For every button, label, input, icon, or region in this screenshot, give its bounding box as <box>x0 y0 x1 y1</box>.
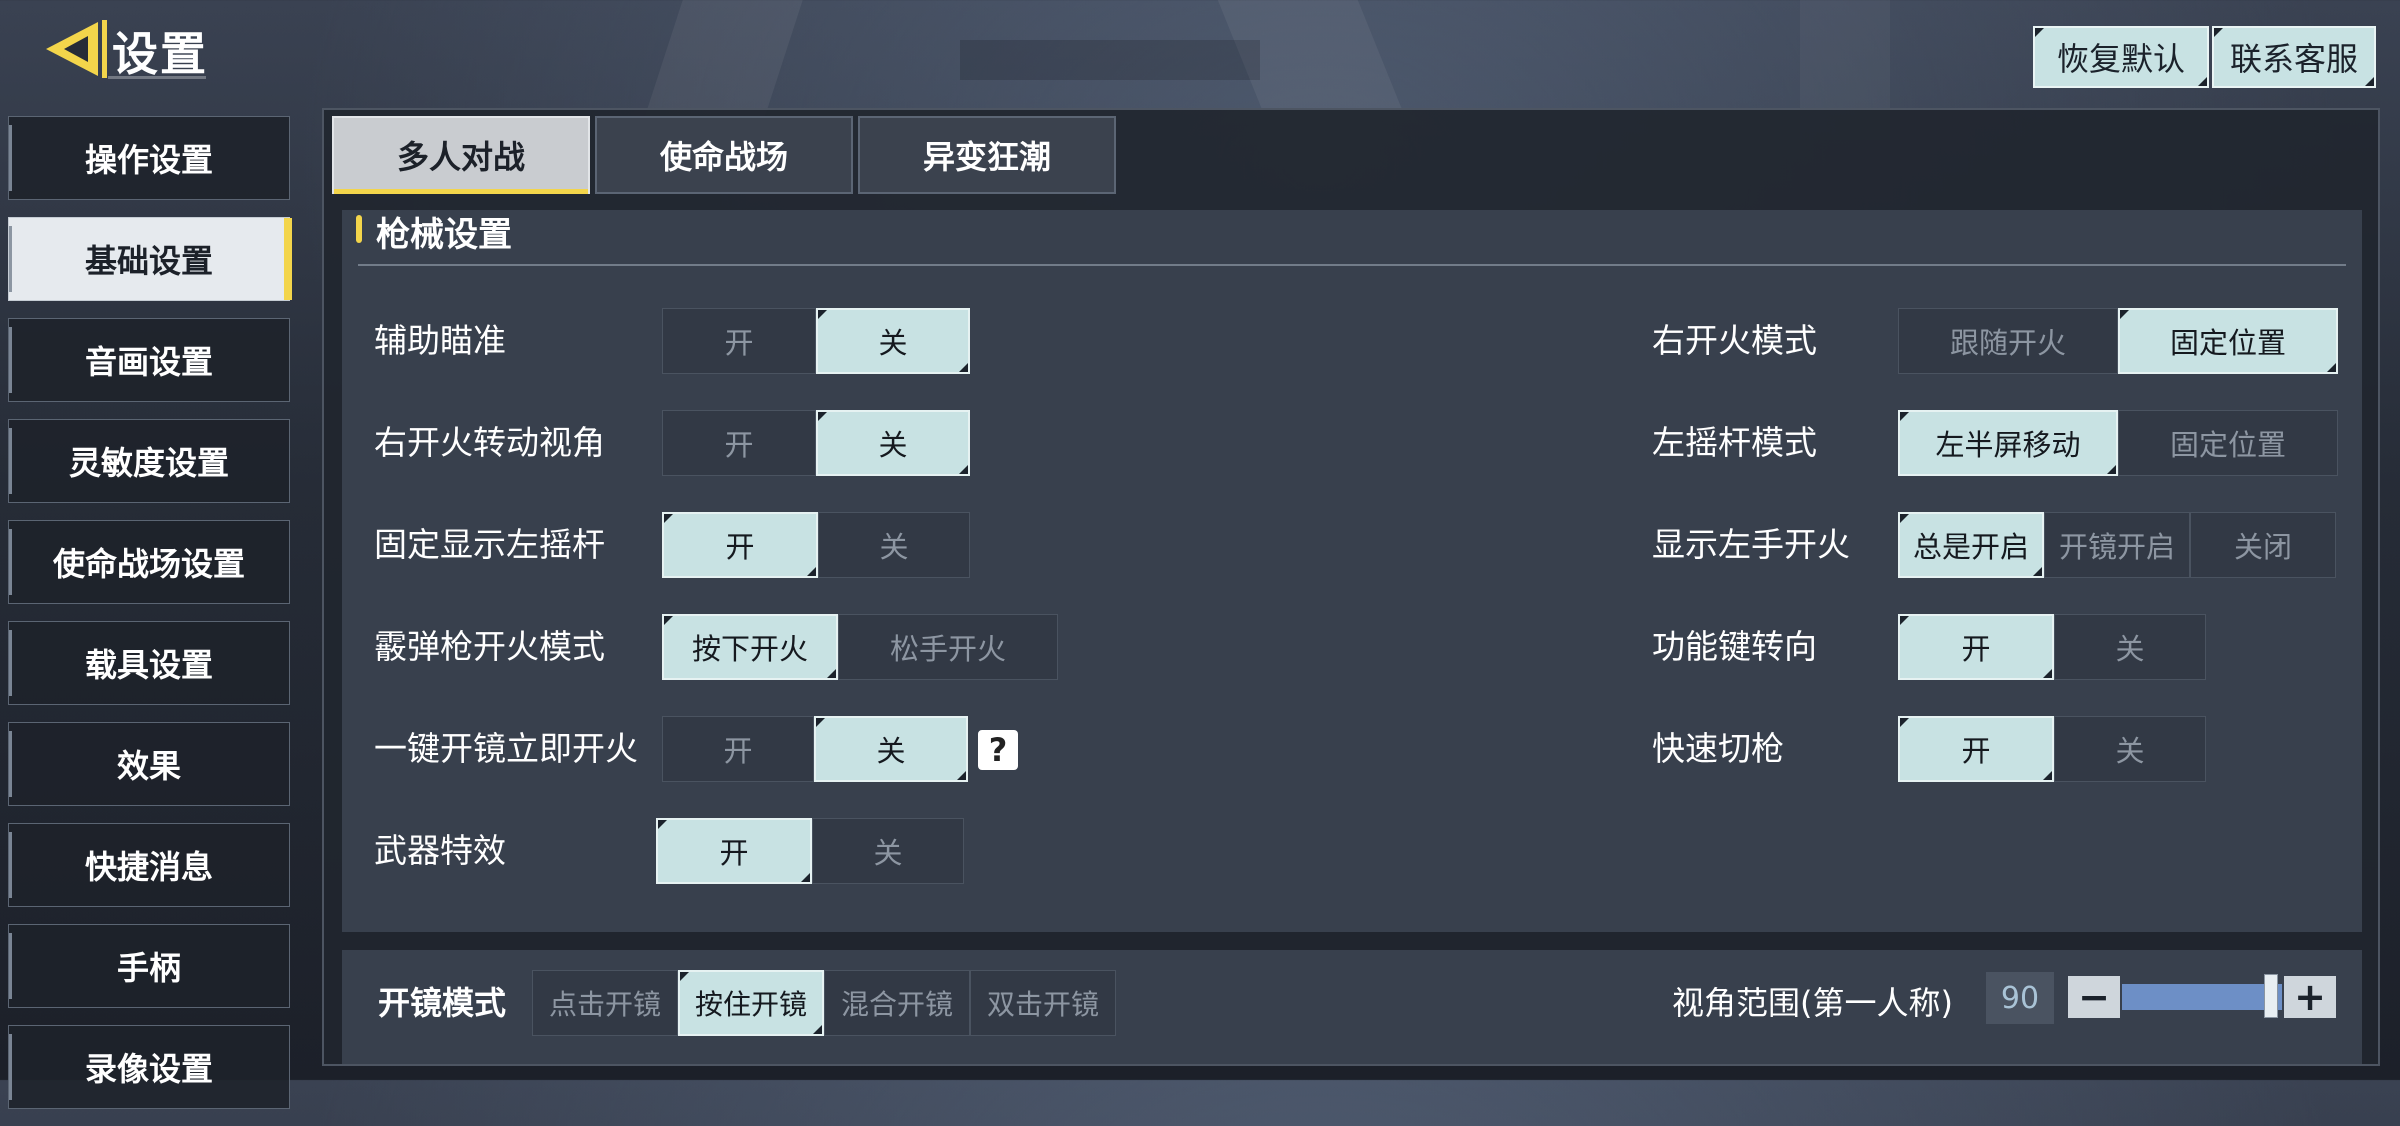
setting-label: 右开火模式 <box>1652 321 1817 360</box>
toggle-option-selected[interactable]: 总是开启 <box>1898 512 2044 578</box>
sidebar-item-recording[interactable]: 录像设置 <box>8 1025 290 1109</box>
left-hand-fire-display-toggle: 总是开启 开镜开启 关闭 <box>1898 512 2336 578</box>
aim-assist-toggle: 开 关 <box>662 308 970 374</box>
toggle-option-selected[interactable]: 固定位置 <box>2118 308 2338 374</box>
toggle-option-selected[interactable]: 按下开火 <box>662 614 838 680</box>
contact-support-button[interactable]: 联系客服 <box>2212 26 2376 88</box>
toggle-option[interactable]: 开 <box>662 716 814 782</box>
settings-panel: 多人对战 使命战场 异变狂潮 枪械设置 辅助瞄准 开 关 右开火转动视角 开 关… <box>322 108 2380 1066</box>
left-joystick-mode-toggle: 左半屏移动 固定位置 <box>1898 410 2338 476</box>
sidebar-item-controls[interactable]: 操作设置 <box>8 116 290 200</box>
title-underline <box>108 76 206 79</box>
toggle-option-selected[interactable]: 开 <box>1898 614 2054 680</box>
scope-mode-label: 开镜模式 <box>378 984 507 1022</box>
fov-slider-handle[interactable] <box>2264 974 2278 1018</box>
toggle-option[interactable]: 关 <box>2054 716 2206 782</box>
toggle-option[interactable]: 开镜开启 <box>2044 512 2190 578</box>
background-shape <box>960 40 1260 80</box>
sidebar-item-audio-video[interactable]: 音画设置 <box>8 318 290 402</box>
scope-mode-toggle: 点击开镜 按住开镜 混合开镜 双击开镜 <box>532 970 1116 1036</box>
toggle-option-selected[interactable]: 开 <box>1898 716 2054 782</box>
back-button[interactable] <box>40 14 110 84</box>
fov-decrease-button[interactable]: − <box>2068 975 2120 1019</box>
sidebar-item-basic[interactable]: 基础设置 <box>8 217 292 301</box>
toggle-option[interactable]: 关闭 <box>2190 512 2336 578</box>
setting-label: 快速切枪 <box>1652 729 1784 768</box>
toggle-option[interactable]: 点击开镜 <box>532 970 678 1036</box>
toggle-option-selected[interactable]: 左半屏移动 <box>1898 410 2118 476</box>
toggle-option[interactable]: 固定位置 <box>2118 410 2338 476</box>
toggle-option-selected[interactable]: 关 <box>814 716 968 782</box>
sidebar-item-battle-royale[interactable]: 使命战场设置 <box>8 520 290 604</box>
fov-value: 90 <box>1986 972 2054 1024</box>
setting-label: 武器特效 <box>374 831 506 870</box>
sidebar: 操作设置 基础设置 音画设置 灵敏度设置 使命战场设置 载具设置 效果 快捷消息… <box>8 116 292 1126</box>
sidebar-item-controller[interactable]: 手柄 <box>8 924 290 1008</box>
fov-slider-track[interactable] <box>2122 984 2282 1010</box>
mode-tabs: 多人对战 使命战场 异变狂潮 <box>332 116 1121 194</box>
help-icon[interactable]: ? <box>978 730 1018 770</box>
quick-weapon-switch-toggle: 开 关 <box>1898 716 2206 782</box>
setting-label: 显示左手开火 <box>1652 525 1850 564</box>
function-key-turn-toggle: 开 关 <box>1898 614 2206 680</box>
tab-zombies[interactable]: 异变狂潮 <box>858 116 1116 194</box>
scope-instant-fire-toggle: 开 关 <box>662 716 968 782</box>
toggle-option-selected[interactable]: 按住开镜 <box>678 970 824 1036</box>
toggle-option[interactable]: 关 <box>2054 614 2206 680</box>
sidebar-item-effects[interactable]: 效果 <box>8 722 290 806</box>
shotgun-fire-mode-toggle: 按下开火 松手开火 <box>662 614 1058 680</box>
sidebar-item-vehicle[interactable]: 载具设置 <box>8 621 290 705</box>
toggle-option-selected[interactable]: 开 <box>656 818 812 884</box>
toggle-option[interactable]: 双击开镜 <box>970 970 1116 1036</box>
setting-label: 功能键转向 <box>1652 627 1817 666</box>
page-title: 设置 <box>112 27 208 81</box>
sidebar-item-quick-messages[interactable]: 快捷消息 <box>8 823 290 907</box>
fov-increase-button[interactable]: + <box>2284 975 2336 1019</box>
toggle-option[interactable]: 跟随开火 <box>1898 308 2118 374</box>
sidebar-item-sensitivity[interactable]: 灵敏度设置 <box>8 419 290 503</box>
fov-label: 视角范围(第一人称) <box>1672 984 1953 1022</box>
toggle-option[interactable]: 混合开镜 <box>824 970 970 1036</box>
toggle-option[interactable]: 关 <box>812 818 964 884</box>
setting-label: 左摇杆模式 <box>1652 423 1817 462</box>
weapon-settings-section: 枪械设置 辅助瞄准 开 关 右开火转动视角 开 关 固定显示左摇杆 开 关 霰弹… <box>342 210 2362 932</box>
toggle-option-selected[interactable]: 开 <box>662 512 818 578</box>
section-marker <box>356 215 362 243</box>
scope-settings-section: 开镜模式 点击开镜 按住开镜 混合开镜 双击开镜 视角范围(第一人称) 90 −… <box>342 950 2362 1064</box>
setting-label: 一键开镜立即开火 <box>374 729 638 768</box>
tab-multiplayer[interactable]: 多人对战 <box>332 116 590 194</box>
toggle-option-selected[interactable]: 关 <box>816 410 970 476</box>
setting-label: 辅助瞄准 <box>374 321 506 360</box>
setting-label: 右开火转动视角 <box>374 423 605 462</box>
fixed-left-joystick-toggle: 开 关 <box>662 512 970 578</box>
restore-default-button[interactable]: 恢复默认 <box>2033 26 2209 88</box>
toggle-option-selected[interactable]: 关 <box>816 308 970 374</box>
section-title: 枪械设置 <box>376 215 512 255</box>
right-fire-mode-toggle: 跟随开火 固定位置 <box>1898 308 2338 374</box>
setting-label: 固定显示左摇杆 <box>374 525 605 564</box>
setting-label: 霰弹枪开火模式 <box>374 627 605 666</box>
tab-battle-royale[interactable]: 使命战场 <box>595 116 853 194</box>
back-arrow-icon <box>46 20 107 78</box>
weapon-effects-toggle: 开 关 <box>656 818 964 884</box>
section-divider <box>358 264 2346 266</box>
right-fire-turn-view-toggle: 开 关 <box>662 410 970 476</box>
toggle-option[interactable]: 关 <box>818 512 970 578</box>
toggle-option[interactable]: 开 <box>662 308 816 374</box>
toggle-option[interactable]: 开 <box>662 410 816 476</box>
toggle-option[interactable]: 松手开火 <box>838 614 1058 680</box>
